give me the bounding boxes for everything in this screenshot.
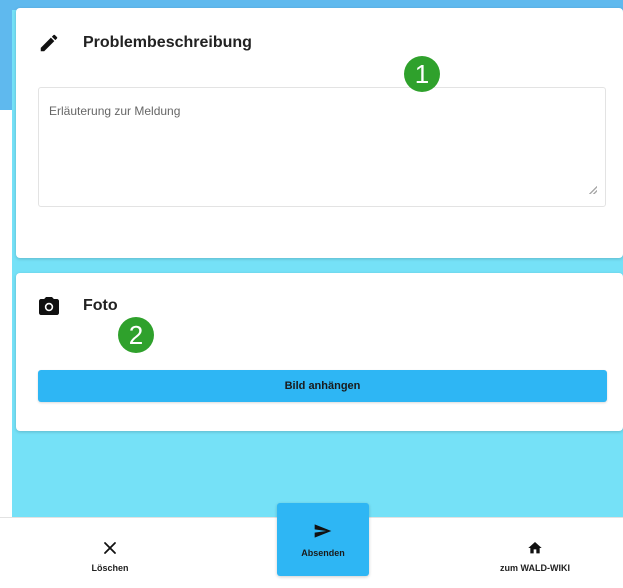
textarea-resize-handle[interactable]	[589, 186, 597, 194]
problem-description-card: Problembeschreibung	[16, 8, 623, 258]
delete-label: Löschen	[91, 563, 129, 573]
screen: Problembeschreibung Foto Bild anhängen 1…	[0, 0, 623, 588]
left-edge-strip	[0, 0, 12, 110]
problem-card-header: Problembeschreibung	[36, 30, 252, 56]
send-button[interactable]: Absenden	[277, 503, 369, 576]
problem-description-textarea[interactable]	[38, 87, 606, 207]
annotation-marker-2: 2	[118, 317, 154, 353]
close-icon	[103, 539, 117, 557]
problem-card-title: Problembeschreibung	[83, 34, 252, 51]
camera-icon	[36, 293, 62, 319]
send-icon	[313, 522, 333, 540]
attach-image-button[interactable]: Bild anhängen	[38, 370, 607, 402]
home-icon	[527, 539, 543, 557]
wald-wiki-label: zum WALD-WIKI	[500, 563, 570, 573]
wald-wiki-button[interactable]: zum WALD-WIKI	[475, 532, 595, 580]
send-label: Absenden	[301, 547, 345, 558]
photo-card-header: Foto	[36, 293, 118, 319]
pencil-icon	[36, 30, 62, 56]
delete-button[interactable]: Löschen	[60, 532, 160, 580]
annotation-marker-1: 1	[404, 56, 440, 92]
photo-card: Foto Bild anhängen	[16, 273, 623, 431]
photo-card-title: Foto	[83, 297, 118, 314]
